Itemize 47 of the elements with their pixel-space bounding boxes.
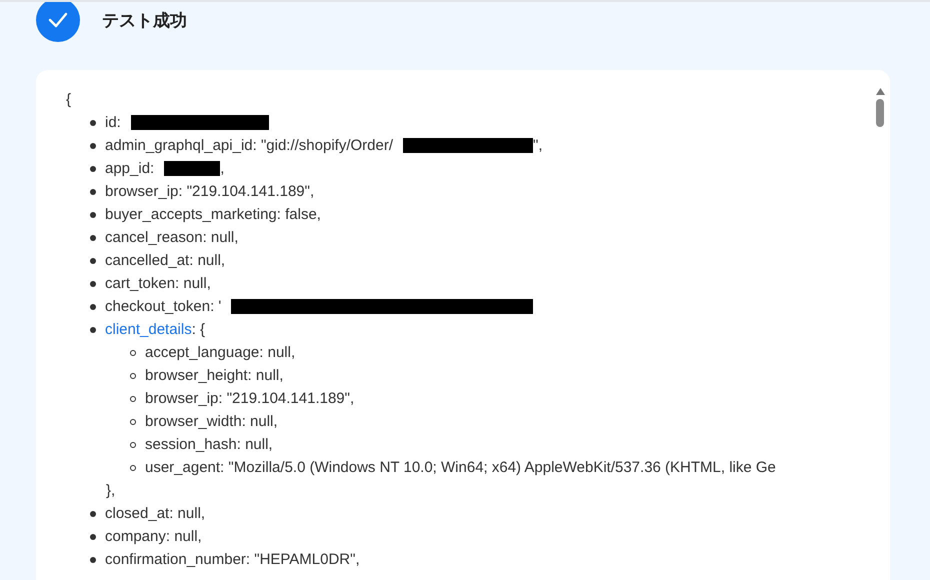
json-line: browser_height: null, [145,366,284,386]
json-line: : { [192,320,206,340]
result-title: テスト成功 [102,10,187,32]
bullet-icon [130,442,136,448]
json-line: cancel_reason: null, [105,228,238,248]
bullet-icon [90,188,96,194]
bullet-icon [90,510,96,516]
bullet-icon [90,304,96,310]
json-line: cart_token: null, [105,274,211,294]
bullet-icon [130,350,136,356]
json-line: buyer_accepts_marketing: false, [105,205,321,225]
brace: }, [106,482,116,499]
json-line: browser_ip: "219.104.141.189", [105,182,314,202]
json-line: company: null, [105,527,202,547]
bullet-icon [90,212,96,218]
bullet-icon [90,280,96,286]
json-line: user_agent: "Mozilla/5.0 (Windows NT 10.0; Win64; x64) AppleWebKit/537.36 (KHTML, like Ge [145,458,776,478]
json-line: session_hash: null, [145,435,273,455]
json-line: app_id: [105,159,154,179]
scroll-up-icon[interactable] [876,88,884,95]
json-line: cancelled_at: null, [105,251,226,271]
json-line: confirmation_number: "HEPAML0DR", [105,550,360,570]
json-line: ", [533,136,542,156]
brace: { [66,91,72,108]
json-line: , [220,159,224,179]
json-line: accept_language: null, [145,343,296,363]
key-link[interactable]: client_details [105,318,192,341]
bullet-icon [90,534,96,540]
bullet-icon [90,234,96,240]
json-line: admin_graphql_api_id: "gid://shopify/Order/ [105,136,393,156]
json-line: id: [105,113,121,133]
bullet-icon [90,326,96,332]
bullet-icon [130,372,136,378]
bullet-icon [130,396,136,402]
json-line: browser_ip: "219.104.141.189", [145,389,354,409]
json-line: browser_width: null, [145,412,278,432]
bullet-icon [130,464,136,470]
bullet-icon [130,418,136,424]
bullet-icon [90,142,96,148]
bullet-icon [90,166,96,172]
json-line: checkout_token: ' [105,297,222,317]
json-line: closed_at: null, [105,504,206,524]
bullet-icon [90,258,96,264]
bullet-icon [90,556,96,562]
bullet-icon [90,120,96,126]
check-icon [36,2,80,42]
scroll-thumb[interactable] [876,99,884,127]
